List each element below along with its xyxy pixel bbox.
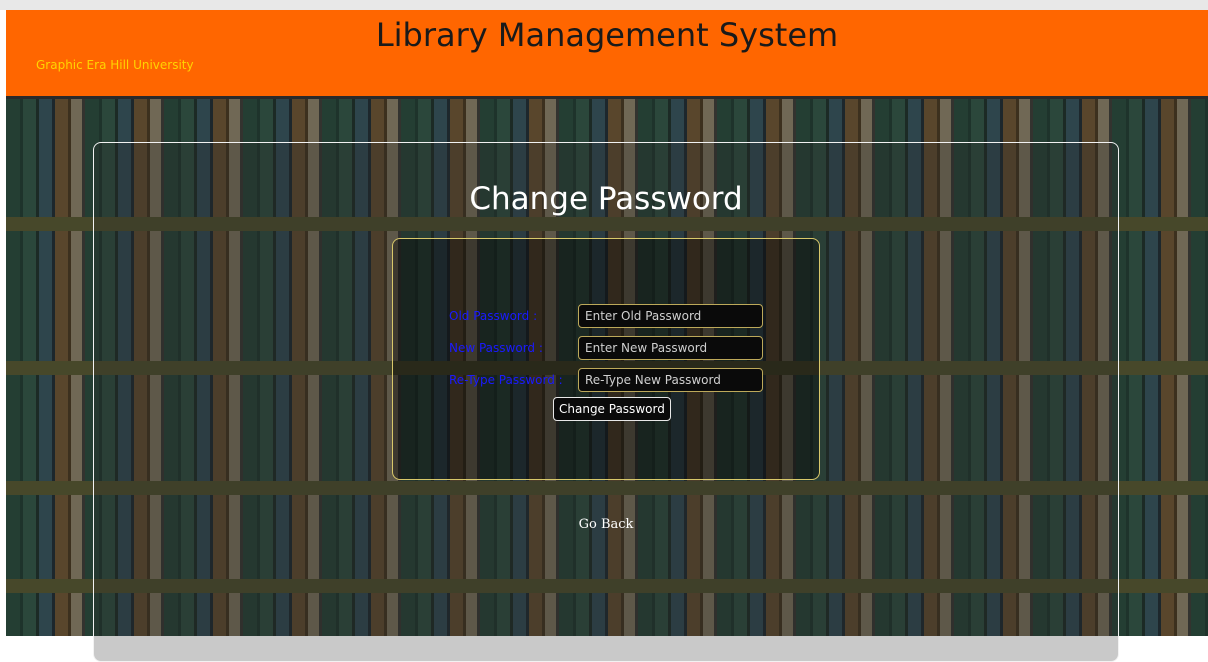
- change-password-form: Old Password : New Password : Re-Type Pa…: [392, 238, 820, 480]
- top-strip: [0, 0, 1208, 10]
- new-password-label: New Password :: [449, 341, 543, 355]
- go-back-link[interactable]: Go Back: [94, 517, 1118, 532]
- site-header: Library Management System Graphic Era Hi…: [6, 10, 1208, 96]
- old-password-input[interactable]: [578, 304, 763, 328]
- site-title: Library Management System: [375, 16, 839, 54]
- retype-password-input[interactable]: [578, 368, 763, 392]
- new-password-input[interactable]: [578, 336, 763, 360]
- change-password-button[interactable]: Change Password: [553, 397, 671, 421]
- old-password-label: Old Password :: [449, 309, 538, 323]
- change-password-panel: Change Password Old Password : New Passw…: [93, 142, 1119, 662]
- university-name: Graphic Era Hill University: [36, 58, 194, 72]
- panel-title: Change Password: [469, 181, 743, 217]
- retype-password-label: Re-Type Password :: [449, 373, 563, 387]
